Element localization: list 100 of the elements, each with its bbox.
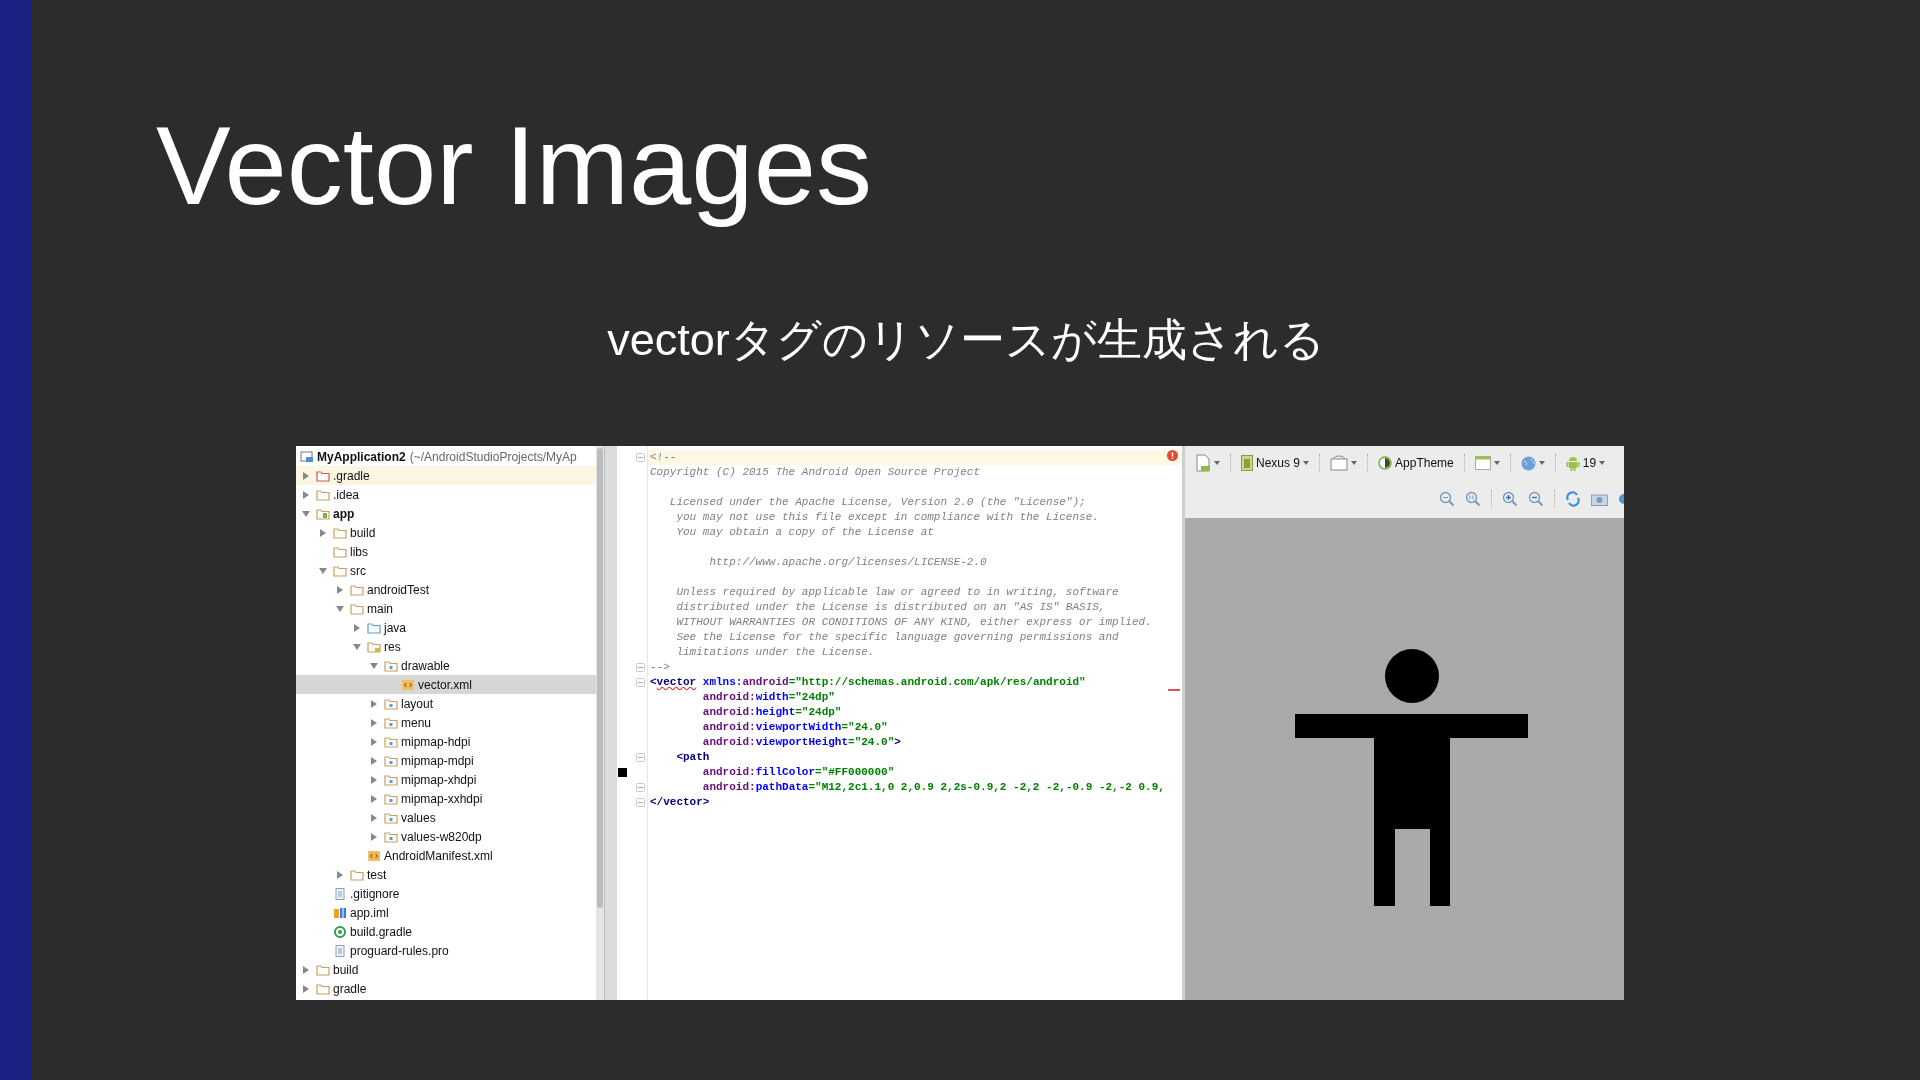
error-stripe-mark[interactable] bbox=[1168, 689, 1180, 692]
tree-item-label[interactable]: java bbox=[384, 620, 406, 635]
tree-item-label[interactable]: build bbox=[333, 962, 359, 977]
gradle-file-icon bbox=[333, 925, 347, 938]
expand-arrow-icon[interactable] bbox=[370, 794, 378, 803]
tree-item-label[interactable]: build.gradle bbox=[350, 924, 413, 939]
tree-item-label[interactable]: libs bbox=[350, 544, 368, 559]
tree-item-label[interactable]: test bbox=[367, 867, 387, 882]
project-name[interactable]: MyApplication2 bbox=[317, 449, 406, 464]
code-line: <vector xmlns:android="http://schemas.android.com/apk/res/android" bbox=[650, 676, 1086, 689]
tree-item-label[interactable]: mipmap-mdpi bbox=[401, 753, 474, 768]
expand-arrow-icon[interactable] bbox=[319, 528, 327, 537]
zoom-fit-icon[interactable] bbox=[1439, 491, 1455, 508]
folder-icon bbox=[384, 659, 398, 672]
tree-item-label[interactable]: .gradle bbox=[333, 468, 370, 483]
zoom-actual-icon[interactable] bbox=[1465, 491, 1481, 508]
collapse-arrow-icon[interactable] bbox=[302, 509, 310, 518]
expand-arrow-icon[interactable] bbox=[370, 718, 378, 727]
fold-marker-icon[interactable] bbox=[636, 678, 645, 688]
tree-item-label[interactable]: values-w820dp bbox=[401, 829, 482, 844]
expand-arrow-icon[interactable] bbox=[370, 813, 378, 822]
tree-item-label[interactable]: mipmap-xhdpi bbox=[401, 772, 477, 787]
collapse-arrow-icon[interactable] bbox=[319, 566, 327, 575]
theme-dropdown[interactable]: AppTheme bbox=[1374, 456, 1458, 471]
fold-marker-icon[interactable] bbox=[636, 753, 645, 763]
fold-marker-icon[interactable] bbox=[636, 663, 645, 673]
rotate-screen-icon[interactable] bbox=[1330, 455, 1349, 472]
code-line: android:viewportHeight="24.0"> bbox=[701, 736, 901, 749]
folder-icon bbox=[316, 982, 330, 995]
file-icon bbox=[333, 887, 347, 900]
tree-item-label[interactable]: mipmap-xxhdpi bbox=[401, 791, 483, 806]
expand-arrow-icon[interactable] bbox=[370, 699, 378, 708]
project-icon bbox=[300, 450, 314, 463]
folder-icon bbox=[384, 792, 398, 805]
collapse-arrow-icon[interactable] bbox=[336, 604, 344, 613]
tablet-icon bbox=[1241, 455, 1253, 472]
layout-icon[interactable] bbox=[1474, 456, 1491, 471]
api-level-dropdown[interactable]: 19 bbox=[1561, 455, 1610, 471]
tree-item-label[interactable]: gradle bbox=[333, 981, 367, 996]
tree-item-label[interactable]: layout bbox=[401, 696, 434, 711]
tree-item-label[interactable]: drawable bbox=[401, 658, 450, 673]
collapse-arrow-icon[interactable] bbox=[370, 661, 378, 670]
slide-subtitle: vectorタグのリソースが生成される bbox=[607, 313, 1325, 368]
device-dropdown[interactable]: Nexus 9 bbox=[1237, 455, 1314, 472]
expand-arrow-icon[interactable] bbox=[370, 832, 378, 841]
tree-item-label[interactable]: main bbox=[367, 601, 393, 616]
camera-icon[interactable] bbox=[1591, 492, 1608, 507]
expand-arrow-icon[interactable] bbox=[302, 490, 310, 499]
error-icon[interactable] bbox=[1167, 450, 1178, 462]
zoom-in-icon[interactable] bbox=[1502, 491, 1518, 508]
module-file-icon bbox=[333, 906, 347, 919]
tree-item-label[interactable]: app.iml bbox=[350, 905, 389, 920]
color-swatch-icon bbox=[618, 768, 627, 778]
expand-arrow-icon[interactable] bbox=[370, 775, 378, 784]
xml-file-icon bbox=[367, 849, 381, 862]
tree-item-label[interactable]: app bbox=[333, 506, 355, 521]
tree-item-label[interactable]: AndroidManifest.xml bbox=[384, 848, 493, 863]
tree-item-label[interactable]: androidTest bbox=[367, 582, 430, 597]
tree-item-label[interactable]: build bbox=[350, 525, 376, 540]
expand-arrow-icon[interactable] bbox=[336, 585, 344, 594]
expand-arrow-icon[interactable] bbox=[370, 737, 378, 746]
globe-icon[interactable] bbox=[1520, 455, 1536, 471]
fold-marker-icon[interactable] bbox=[636, 783, 645, 793]
expand-arrow-icon[interactable] bbox=[302, 984, 310, 993]
tree-item-label[interactable]: vector.xml bbox=[418, 677, 472, 692]
tree-item-label[interactable]: src bbox=[350, 563, 366, 578]
tree-item-label[interactable]: values bbox=[401, 810, 436, 825]
zoom-out-icon[interactable] bbox=[1528, 491, 1544, 508]
slide-title: Vector Images bbox=[156, 104, 872, 228]
expand-arrow-icon[interactable] bbox=[336, 870, 344, 879]
code-line: android:fillColor="#FF000000" bbox=[701, 766, 895, 779]
fold-marker-icon[interactable] bbox=[636, 798, 645, 808]
code-line: Unless required by applicable law or agreed to in writing, software bbox=[675, 586, 1119, 599]
tree-item-label[interactable]: res bbox=[384, 639, 401, 654]
refresh-icon[interactable] bbox=[1565, 491, 1581, 508]
tree-item-label[interactable]: mipmap-hdpi bbox=[401, 734, 471, 749]
tree-item-label[interactable]: proguard-rules.pro bbox=[350, 943, 449, 958]
tree-item-label[interactable]: .idea bbox=[333, 487, 360, 502]
collapse-arrow-icon[interactable] bbox=[353, 642, 361, 651]
folder-icon bbox=[384, 811, 398, 824]
folder-icon bbox=[316, 963, 330, 976]
code-line: WITHOUT WARRANTIES OR CONDITIONS OF ANY KIND, either express or implied. bbox=[675, 616, 1152, 629]
folder-icon bbox=[350, 868, 364, 881]
scrollbar[interactable] bbox=[596, 446, 604, 1001]
theme-icon bbox=[1378, 456, 1393, 471]
expand-arrow-icon[interactable] bbox=[302, 471, 310, 480]
code-line: http://www.apache.org/licenses/LICENSE-2.0 bbox=[708, 556, 987, 569]
expand-arrow-icon[interactable] bbox=[353, 623, 361, 632]
expand-arrow-icon[interactable] bbox=[370, 756, 378, 765]
code-line: android:viewportWidth="24.0" bbox=[701, 721, 888, 734]
caret-icon bbox=[1303, 461, 1310, 466]
expand-arrow-icon[interactable] bbox=[302, 965, 310, 974]
folder-icon bbox=[333, 545, 347, 558]
tree-item-label[interactable]: .gitignore bbox=[350, 886, 400, 901]
folder-icon bbox=[384, 697, 398, 710]
fold-marker-icon[interactable] bbox=[636, 453, 645, 463]
tree-item-label[interactable]: menu bbox=[401, 715, 432, 730]
code-line: limitations under the License. bbox=[675, 646, 875, 659]
folder-icon bbox=[384, 735, 398, 748]
file-icon[interactable] bbox=[1195, 454, 1211, 473]
